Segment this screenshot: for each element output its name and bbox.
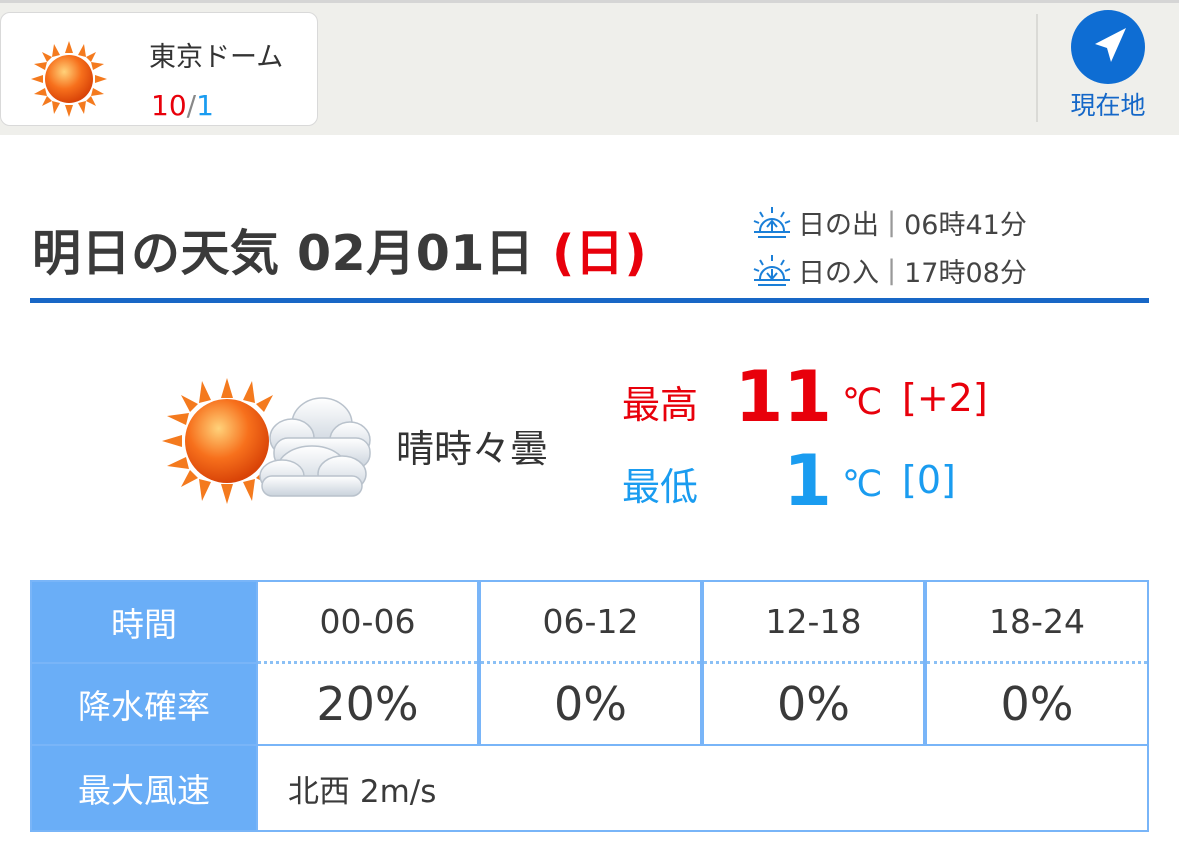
rain-probability-cell: 20% xyxy=(258,664,477,744)
location-temps: 10/1 xyxy=(151,89,214,122)
weather-condition: 晴時々曇 xyxy=(396,427,549,471)
high-temp-diff: [+2] xyxy=(902,376,988,420)
current-location-button[interactable]: 現在地 xyxy=(1060,10,1156,120)
time-header: 時間 xyxy=(32,582,256,662)
low-label: 最低 xyxy=(622,465,699,509)
forecast-title: 明日の天気 02月01日 (日) xyxy=(32,214,647,285)
navigation-arrow-icon xyxy=(1071,10,1145,84)
wind-header: 最大風速 xyxy=(32,746,256,830)
location-name: 東京ドーム xyxy=(149,42,284,73)
separator: | xyxy=(887,206,897,238)
sun-times: 日の出 | 06時41分 日の入 | 17時08分 xyxy=(752,198,1027,294)
registered-location-card[interactable]: 東京ドーム 10/1 xyxy=(0,12,318,126)
location-high-temp: 10 xyxy=(151,89,187,122)
low-temp-value: 1 xyxy=(783,440,832,522)
time-cell: 12-18 xyxy=(704,582,923,664)
sunrise-label: 日の出 xyxy=(798,209,879,241)
sunset-label: 日の入 xyxy=(798,257,879,289)
time-cell: 18-24 xyxy=(927,582,1147,664)
time-cell: 06-12 xyxy=(481,582,700,664)
sunset-icon xyxy=(753,255,791,286)
rain-header: 降水確率 xyxy=(32,664,256,744)
sun-icon xyxy=(31,41,107,117)
sunrise-row: 日の出 | 06時41分 xyxy=(752,198,1027,246)
separator: | xyxy=(887,254,897,286)
sunrise-icon xyxy=(753,207,791,238)
hourly-forecast-table: 時間 降水確率 最大風速 00-06 06-12 12-18 18-24 20%… xyxy=(30,580,1149,832)
day-of-week: (日) xyxy=(552,225,648,282)
sunrise-time: 06時41分 xyxy=(904,209,1027,241)
rain-probability-cell: 0% xyxy=(481,664,700,744)
current-location-label: 現在地 xyxy=(1070,91,1146,120)
low-temp-diff: [0] xyxy=(902,458,956,502)
low-temp-unit: ℃ xyxy=(842,464,883,505)
temp-separator: / xyxy=(186,89,197,122)
sunset-row: 日の入 | 17時08分 xyxy=(752,246,1027,294)
max-wind-cell: 北西 2m/s xyxy=(258,746,1147,830)
rain-probability-cell: 0% xyxy=(927,664,1147,744)
high-temp-unit: ℃ xyxy=(842,382,883,423)
bar-divider xyxy=(1036,14,1038,122)
location-low-temp: 1 xyxy=(196,89,214,122)
high-label: 最高 xyxy=(622,383,699,427)
high-temp-value: 11 xyxy=(734,356,832,438)
sunny-with-clouds-icon xyxy=(162,378,371,504)
title-underline xyxy=(30,298,1149,303)
rain-probability-cell: 0% xyxy=(704,664,923,744)
time-cell: 00-06 xyxy=(258,582,477,664)
forecast-date: 明日の天気 02月01日 xyxy=(32,225,535,282)
sunset-time: 17時08分 xyxy=(904,257,1027,289)
